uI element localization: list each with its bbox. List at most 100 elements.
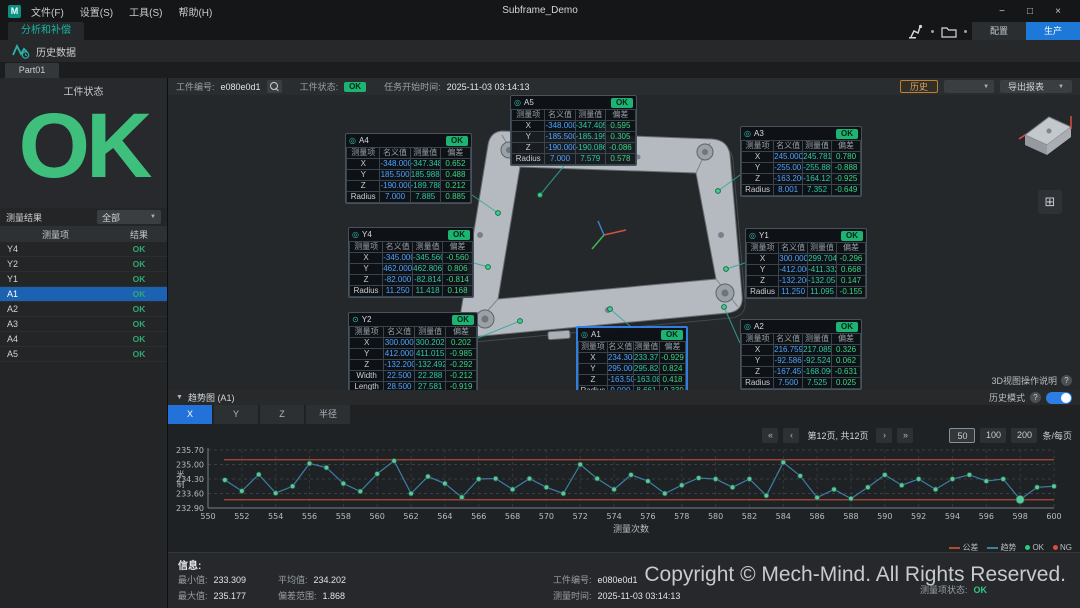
history-mode-toggle[interactable]: [1046, 392, 1072, 404]
status-badge: OK: [611, 98, 633, 108]
robot-arm-icon[interactable]: [908, 24, 924, 39]
menu-item[interactable]: 工具(S): [129, 4, 162, 19]
legend-item-OK: OK: [1025, 543, 1044, 552]
callout-row: Y412.000411.015-0.985: [350, 349, 477, 360]
svg-text:550: 550: [200, 512, 215, 521]
trend-chart-plot[interactable]: 5505525545565585605625645665685705725745…: [168, 446, 1080, 542]
measure-time-value: 2025-11-03 03:14:13: [598, 591, 681, 601]
config-mode-button[interactable]: 配置: [972, 22, 1026, 40]
table-row-Y1[interactable]: Y1OK: [0, 272, 167, 287]
measure-item-label: Y4: [0, 244, 111, 254]
search-icon[interactable]: [267, 80, 282, 93]
svg-text:598: 598: [1013, 512, 1028, 521]
menu-item[interactable]: 文件(F): [31, 4, 64, 19]
col-header: 测量值: [575, 110, 605, 121]
folder-icon[interactable]: [941, 24, 957, 39]
callout-header: ◎Y1OK: [746, 229, 866, 242]
svg-text:572: 572: [573, 512, 588, 521]
table-row-A3[interactable]: A3OK: [0, 317, 167, 332]
menu-item[interactable]: 帮助(H): [178, 4, 212, 19]
trend-tab-X[interactable]: X: [168, 405, 212, 424]
min-label: 最小值:: [178, 575, 208, 585]
last-page-button[interactable]: »: [897, 428, 913, 443]
trend-chart: 米制 5505525545565585605625645665685705725…: [168, 446, 1080, 542]
minimize-icon[interactable]: −: [988, 6, 1016, 17]
part-tab-part01[interactable]: Part01: [5, 63, 59, 78]
mode-switcher: 配置 生产: [906, 22, 1080, 40]
col-header: 测量项: [350, 242, 383, 253]
history-range-dropdown[interactable]: ▼: [944, 80, 994, 93]
measure-callout-Y2[interactable]: ⊙Y2OK测量项名义值测量值偏差X300.000300.2020.202Y412…: [348, 312, 478, 390]
page-size-50[interactable]: 50: [949, 428, 975, 443]
callout-row: Radius7.5007.5250.025: [742, 378, 861, 389]
callout-row: Radius11.25011.095-0.155: [747, 287, 866, 298]
measure-result-row: 测量结果 全部 ▼: [0, 208, 167, 226]
target-icon: ◎: [744, 129, 751, 138]
prev-page-button[interactable]: ‹: [783, 428, 799, 443]
measure-callout-A4[interactable]: ◎A4OK测量项名义值测量值偏差X-348.000-347.3480.652Y1…: [345, 133, 472, 204]
measure-callout-A2[interactable]: ◎A2OK测量项名义值测量值偏差X216.759217.0850.326Y-92…: [740, 319, 862, 390]
status-badge: OK: [452, 315, 474, 325]
page-size-100[interactable]: 100: [980, 428, 1006, 443]
svg-text:568: 568: [505, 512, 520, 521]
callout-col-headers: 测量项名义值测量值偏差: [579, 342, 686, 353]
callout-id: Y4: [362, 230, 445, 239]
maximize-icon[interactable]: □: [1016, 6, 1044, 17]
table-row-Y4[interactable]: Y4OK: [0, 242, 167, 257]
callout-col-headers: 测量项名义值测量值偏差: [350, 242, 473, 253]
svg-text:596: 596: [979, 512, 994, 521]
measure-callout-Y1[interactable]: ◎Y1OK测量项名义值测量值偏差X300.000299.704-0.296Y-4…: [745, 228, 867, 299]
col-header: 偏差: [446, 327, 477, 338]
close-icon[interactable]: ×: [1044, 6, 1072, 17]
pin-icon: ⊙: [352, 315, 359, 324]
callout-row: X234.300233.371-0.929: [579, 353, 686, 364]
menu-item[interactable]: 设置(S): [80, 4, 113, 19]
callout-col-headers: 测量项名义值测量值偏差: [347, 148, 471, 159]
page-size-unit: 条/每页: [1042, 429, 1072, 442]
first-page-button[interactable]: «: [762, 428, 778, 443]
callout-row: Radius7.0007.8850.885: [347, 192, 471, 203]
callout-table: 测量项名义值测量值偏差X300.000300.2020.202Y412.0004…: [349, 326, 477, 390]
trend-tab-半径[interactable]: 半径: [306, 405, 350, 424]
next-page-button[interactable]: ›: [876, 428, 892, 443]
sidebar-table-header: 测量项 结果: [0, 226, 167, 242]
info-panel: 信息: 最小值:233.309 最大值:235.177 平均值:234.202 …: [168, 552, 1080, 608]
help-icon[interactable]: ?: [1061, 375, 1072, 386]
table-row-Y2[interactable]: Y2OK: [0, 257, 167, 272]
view-fit-button[interactable]: ⊞: [1038, 190, 1062, 214]
table-row-A4[interactable]: A4OK: [0, 332, 167, 347]
callout-id: Y1: [759, 231, 838, 240]
svg-text:594: 594: [945, 512, 960, 521]
measure-callout-Y4[interactable]: ◎Y4OK测量项名义值测量值偏差X-345.000-345.560-0.560Y…: [348, 227, 474, 298]
export-report-dropdown[interactable]: 导出报表▼: [1000, 80, 1072, 93]
svg-text:588: 588: [843, 512, 858, 521]
avg-value: 234.202: [314, 575, 347, 585]
ribbon-item-history-data[interactable]: 历史数据: [36, 44, 76, 59]
trend-tab-Z[interactable]: Z: [260, 405, 304, 424]
measure-callout-A5[interactable]: ◎A5OK测量项名义值测量值偏差X-348.000-347.4050.595Y-…: [510, 95, 637, 166]
measure-callout-A1[interactable]: ◎A1OK测量项名义值测量值偏差X234.300233.371-0.929Y29…: [576, 326, 688, 390]
col-header: 偏差: [440, 148, 470, 159]
table-row-A1[interactable]: A1OK: [0, 287, 167, 302]
measure-callout-A3[interactable]: ◎A3OK测量项名义值测量值偏差X245.000245.7810.780Y-25…: [740, 126, 862, 197]
svg-text:554: 554: [268, 512, 283, 521]
page-size-200[interactable]: 200: [1011, 428, 1037, 443]
production-mode-button[interactable]: 生产: [1026, 22, 1080, 40]
viewer[interactable]: ◎A5OK测量项名义值测量值偏差X-348.000-347.4050.595Y-…: [168, 95, 1080, 390]
history-button[interactable]: 历史: [900, 80, 938, 93]
task-time-label: 任务开始时间:: [384, 80, 441, 93]
result-filter-dropdown[interactable]: 全部 ▼: [97, 210, 161, 224]
collapse-icon[interactable]: ▼: [176, 394, 183, 401]
col-header: 名义值: [774, 334, 803, 345]
info-part-no-label: 工件编号:: [553, 575, 592, 585]
callout-header: ◎A2OK: [741, 320, 861, 333]
max-value: 235.177: [214, 591, 247, 601]
tab-analysis-compensation[interactable]: 分析和补偿: [8, 22, 84, 40]
filter-value: 全部: [102, 211, 120, 224]
help-icon[interactable]: ?: [1030, 392, 1041, 403]
col-header: 测量项: [347, 148, 380, 159]
table-row-A5[interactable]: A5OK: [0, 347, 167, 362]
table-row-A2[interactable]: A2OK: [0, 302, 167, 317]
mini-part-preview[interactable]: [1015, 103, 1075, 163]
trend-tab-Y[interactable]: Y: [214, 405, 258, 424]
